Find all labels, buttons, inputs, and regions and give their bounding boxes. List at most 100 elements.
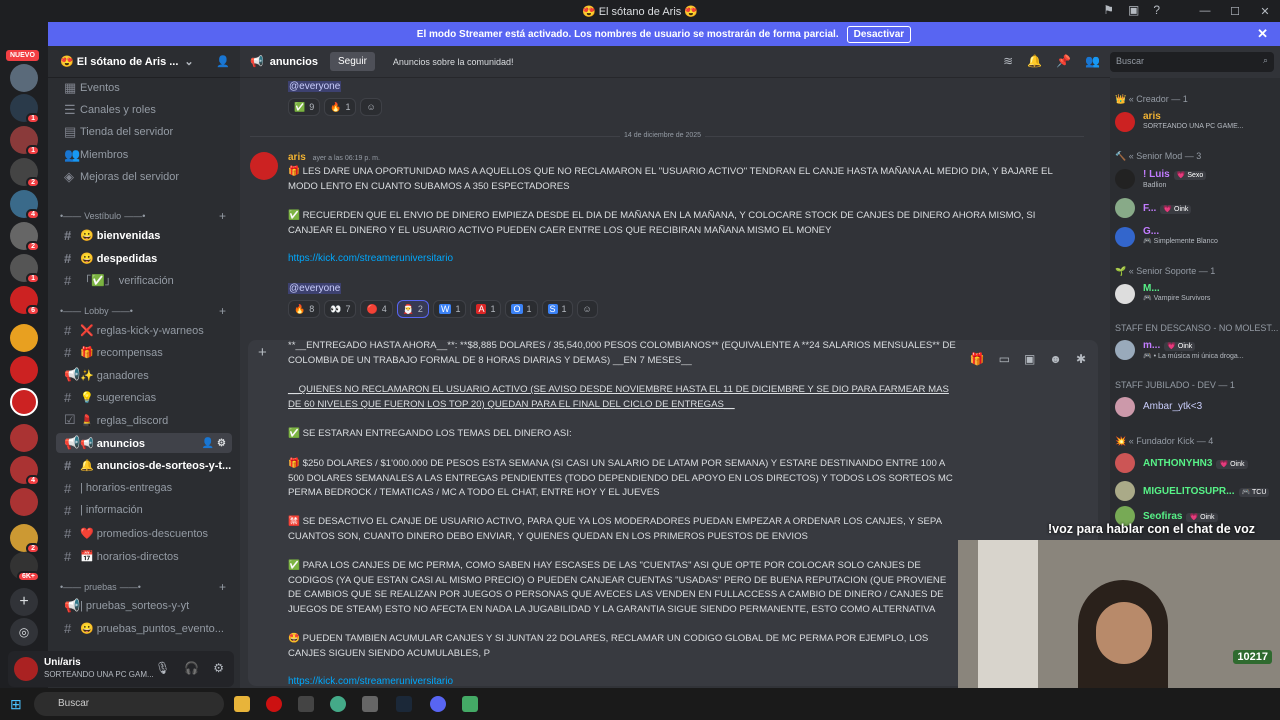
add-channel-icon[interactable]: +	[219, 209, 226, 223]
mic-icon[interactable]: 🎙	[155, 661, 170, 675]
mention-everyone[interactable]: @everyone	[288, 283, 342, 294]
nav-canales[interactable]: ☰ Canales y roles	[56, 100, 232, 120]
draft-text[interactable]: **__ENTREGADO HASTA AHORA__**: **$8,885 …	[288, 339, 958, 368]
nav-miembros[interactable]: 👥 Miembros	[56, 145, 232, 165]
server-icon[interactable]: 2	[10, 158, 40, 188]
member-item[interactable]: ! Luis 💗 Sexo Badlion	[1115, 166, 1275, 192]
author-name[interactable]: aris	[288, 152, 306, 163]
nav-eventos[interactable]: ▦ Eventos	[56, 78, 232, 98]
server-icon[interactable]: 2	[10, 222, 40, 252]
channel-horarios-entregas[interactable]: # | horarios-entregas	[56, 478, 232, 498]
channel-pruebas-puntos[interactable]: # 😀 pruebas_puntos_evento...	[56, 618, 232, 638]
draft-text[interactable]: __QUIENES NO RECLAMARON EL USUARIO ACTIV…	[288, 383, 958, 412]
reaction-chip[interactable]: W1	[432, 300, 467, 318]
reaction-chip[interactable]: 🎅 2	[396, 300, 429, 318]
draft-text[interactable]: 🎁 $250 DOLARES / $1'000.000 DE PESOS EST…	[288, 457, 958, 501]
member-item[interactable]: aris SORTEANDO UNA PC GAME...	[1115, 109, 1275, 135]
minimize-button[interactable]: —	[1190, 5, 1220, 17]
server-icon[interactable]	[10, 488, 38, 516]
server-icon[interactable]: 1	[10, 254, 40, 284]
help-icon[interactable]: ?	[1153, 3, 1160, 17]
screen-icon[interactable]: ▣	[1128, 3, 1139, 17]
channel-verificacion[interactable]: # 「✅」 verificación	[56, 270, 232, 290]
bell-icon[interactable]: 🔔	[1027, 54, 1042, 68]
server-icon[interactable]: 1	[10, 94, 40, 124]
reaction-chip[interactable]: 🔥 1	[324, 98, 357, 116]
taskbar-search[interactable]: Buscar	[34, 692, 224, 716]
threads-icon[interactable]: ≋	[1003, 54, 1013, 68]
close-banner-icon[interactable]: ✕	[1257, 26, 1268, 42]
message-link[interactable]: https://kick.com/streameruniversitario	[288, 676, 453, 687]
file-explorer-icon[interactable]	[234, 696, 250, 712]
gif-icon[interactable]: ▭	[999, 352, 1010, 366]
mention-everyone[interactable]: @everyone	[288, 81, 342, 92]
search-input[interactable]: Buscar ⌕	[1110, 52, 1274, 72]
close-button[interactable]: ✕	[1250, 5, 1280, 18]
member-item[interactable]: M... 🎮 Vampire Survivors	[1115, 281, 1275, 307]
gear-icon[interactable]: ⚙	[213, 661, 224, 675]
disable-streamer-button[interactable]: Desactivar	[846, 25, 912, 43]
server-icon[interactable]: 1	[10, 126, 40, 156]
channel-pruebas-sorteos[interactable]: 📢 | pruebas_sorteos-y-yt	[56, 596, 232, 616]
channel-reglas-kick[interactable]: # ❌ reglas-kick-y-warneos	[56, 320, 232, 340]
avatar[interactable]	[14, 657, 38, 681]
draft-text[interactable]: ✅ PARA LOS CANJES DE MC PERMA, COMO SABE…	[288, 559, 958, 618]
follow-button[interactable]: Seguir	[330, 52, 375, 71]
reaction-chip[interactable]: ✅ 9	[288, 98, 321, 116]
user-panel[interactable]: Uni/aris SORTEANDO UNA PC GAM... 🎙 🎧 ⚙	[8, 651, 234, 687]
chrome-icon[interactable]	[330, 696, 346, 712]
draft-text[interactable]: ✅ SE ESTARAN ENTREGANDO LOS TEMAS DEL DI…	[288, 427, 958, 442]
member-item[interactable]: MIGUELITOSUPR... 🎮 TCU	[1115, 478, 1275, 504]
member-item[interactable]: G... 🎮 Simplemente Blanco	[1115, 224, 1275, 250]
server-folder-icon[interactable]: 6K+	[10, 552, 40, 582]
add-reaction-icon[interactable]: ☺	[360, 98, 382, 116]
add-server-icon[interactable]: +	[10, 588, 38, 616]
channel-anuncios[interactable]: 📢 📢 anuncios 👤 ⚙	[56, 433, 232, 453]
server-header[interactable]: 😍 El sótano de Aris ... ⌄ 👤	[48, 46, 240, 78]
sticker-icon[interactable]: ▣	[1024, 352, 1035, 366]
channel-settings-icon[interactable]: 👤 ⚙	[202, 438, 226, 449]
attach-plus-icon[interactable]: +	[258, 344, 274, 361]
headphones-icon[interactable]: 🎧	[184, 661, 199, 675]
nav-mejoras[interactable]: ◈ Mejoras del servidor	[56, 167, 232, 187]
category-pruebas[interactable]: •—— pruebas ——• +	[56, 580, 232, 594]
opera-icon[interactable]	[266, 696, 282, 712]
message-link[interactable]: https://kick.com/streameruniversitario	[288, 253, 453, 264]
category-vestibulo[interactable]: •—— Vestíbulo ——• +	[56, 209, 232, 223]
channel-recompensas[interactable]: # 🎁 recompensas	[56, 342, 232, 362]
draft-text[interactable]: 🤩 PUEDEN TAMBIEN ACUMULAR CANJES Y SI JU…	[288, 632, 958, 661]
add-channel-icon[interactable]: +	[219, 304, 226, 318]
members-icon[interactable]: 👥	[1085, 54, 1100, 68]
emoji-icon[interactable]: ☻	[1049, 352, 1062, 366]
channel-despedidas[interactable]: # 😀 despedidas	[56, 248, 232, 268]
server-icon[interactable]	[10, 356, 38, 384]
nav-tienda[interactable]: ▤ Tienda del servidor	[56, 122, 232, 142]
inbox-icon[interactable]: ⚑	[1103, 3, 1114, 17]
server-icon[interactable]	[10, 424, 38, 452]
server-icon[interactable]: 2	[10, 524, 40, 554]
app-icon[interactable]	[362, 696, 378, 712]
gift-icon[interactable]: 🎁	[970, 352, 985, 366]
reaction-chip[interactable]: S1	[541, 300, 573, 318]
invite-icon[interactable]: 👤	[216, 55, 230, 68]
channel-informacion[interactable]: # | información	[56, 500, 232, 520]
steam-icon[interactable]	[396, 696, 412, 712]
reaction-chip[interactable]: A1	[470, 300, 502, 318]
reaction-chip[interactable]: 👀 7	[324, 300, 357, 318]
discord-icon[interactable]	[430, 696, 446, 712]
member-item[interactable]: F... 💗 Oink	[1115, 195, 1275, 221]
reaction-chip[interactable]: 🔴 4	[360, 300, 393, 318]
apps-icon[interactable]: ✱	[1076, 352, 1086, 366]
channel-promedios[interactable]: # ❤️ promedios-descuentos	[56, 523, 232, 543]
channel-ganadores[interactable]: 📢 ✨ ganadores	[56, 365, 232, 385]
server-icon[interactable]	[10, 64, 38, 92]
channel-reglas-discord[interactable]: ☑ 💄 reglas_discord	[56, 410, 232, 430]
maximize-button[interactable]: ☐	[1220, 5, 1250, 18]
channel-sugerencias[interactable]: # 💡 sugerencias	[56, 387, 232, 407]
calculator-icon[interactable]	[462, 696, 478, 712]
draft-text[interactable]: 🈲 SE DESACTIVO EL CANJE DE USUARIO ACTIV…	[288, 515, 958, 544]
channel-anuncios-sorteos[interactable]: # 🔔 anuncios-de-sorteos-y-t...	[56, 455, 232, 475]
avatar[interactable]	[250, 152, 278, 180]
add-reaction-icon[interactable]: ☺	[576, 300, 598, 318]
category-lobby[interactable]: •—— Lobby ——• +	[56, 304, 232, 318]
